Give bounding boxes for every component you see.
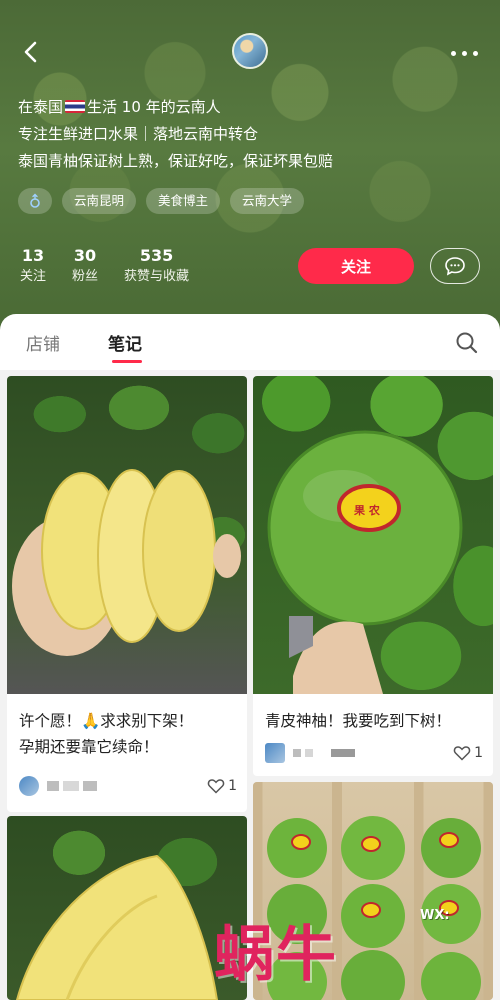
- note-image-whole-pomelo: 果 农: [253, 376, 493, 694]
- note-card[interactable]: 许个愿！🙏求求别下架！ 孕期还要靠它续命！ 1: [7, 376, 247, 812]
- note-card[interactable]: 果 农 青皮神柚！我要吃到下树！ 1: [253, 376, 493, 776]
- tab-notes[interactable]: 笔记: [108, 330, 142, 355]
- profile-stats: 13 关注 30 粉丝 535 获赞与收藏: [20, 246, 189, 288]
- heart-icon: [207, 779, 225, 794]
- chat-bubble-icon: [445, 257, 465, 276]
- dot-icon: [450, 50, 456, 56]
- author-avatar[interactable]: [265, 743, 285, 763]
- chevron-left-icon: [24, 41, 37, 63]
- profile-tags: 云南昆明 美食博主 云南大学: [18, 188, 305, 214]
- watermark-logo: 蜗牛: [214, 920, 338, 990]
- content-tabs: 店铺 笔记: [0, 314, 500, 370]
- bio-line-1: 在泰国 生活 10 年的云南人: [18, 98, 221, 116]
- heart-icon: [453, 746, 471, 761]
- female-icon: [30, 193, 40, 208]
- tag-role[interactable]: 美食博主: [146, 188, 221, 214]
- like-button[interactable]: 1: [453, 745, 483, 761]
- dot-icon: [461, 50, 467, 56]
- top-bar: [0, 26, 500, 78]
- note-meta: 1: [265, 742, 483, 764]
- follow-button[interactable]: 关注: [298, 248, 414, 284]
- more-options-button[interactable]: [446, 38, 482, 68]
- profile-bio: 在泰国 生活 10 年的云南人 专注生鲜进口水果｜落地云南中转仓 泰国青柚保证树上…: [18, 94, 333, 175]
- tab-shop[interactable]: 店铺: [26, 330, 60, 355]
- note-title: 许个愿！🙏求求别下架！ 孕期还要靠它续命！: [19, 712, 194, 756]
- search-icon: [456, 332, 478, 354]
- green-pomelo-illustration: 果 农: [267, 430, 463, 694]
- bio-line-2: 专注生鲜进口水果｜落地云南中转仓: [18, 125, 259, 143]
- avatar[interactable]: [232, 33, 268, 69]
- back-button[interactable]: [14, 34, 50, 70]
- bio-line-3: 泰国青柚保证树上熟，保证好吃，保证坏果包赔: [18, 152, 334, 170]
- message-button[interactable]: [430, 248, 480, 284]
- stat-likes-collects[interactable]: 535 获赞与收藏: [124, 246, 189, 288]
- profile-header: 在泰国 生活 10 年的云南人 专注生鲜进口水果｜落地云南中转仓 泰国青柚保证树上…: [0, 0, 500, 330]
- tag-location[interactable]: 云南昆明: [62, 188, 137, 214]
- stat-followers[interactable]: 30 粉丝: [72, 246, 98, 288]
- dot-icon: [472, 50, 478, 56]
- pomelo-flesh-illustration: [12, 469, 241, 656]
- note-title: 青皮神柚！我要吃到下树！: [265, 712, 452, 730]
- gender-tag[interactable]: [18, 188, 52, 214]
- note-meta: 1: [19, 775, 237, 797]
- note-image-peeled-pomelo: [7, 376, 247, 694]
- like-button[interactable]: 1: [207, 778, 237, 794]
- search-button[interactable]: [454, 330, 480, 356]
- author-name-pixelated[interactable]: [47, 781, 97, 791]
- author-avatar[interactable]: [19, 776, 39, 796]
- stat-following[interactable]: 13 关注: [20, 246, 46, 288]
- watermark-wx: WX:: [420, 908, 450, 923]
- watermark-overlay: 蜗牛 WX:: [208, 900, 498, 1000]
- thailand-flag-icon: [65, 100, 86, 113]
- active-tab-indicator: [112, 360, 142, 363]
- author-name-pixelated[interactable]: [293, 749, 355, 757]
- tag-school[interactable]: 云南大学: [230, 188, 305, 214]
- svg-text:果 农: 果 农: [353, 503, 380, 517]
